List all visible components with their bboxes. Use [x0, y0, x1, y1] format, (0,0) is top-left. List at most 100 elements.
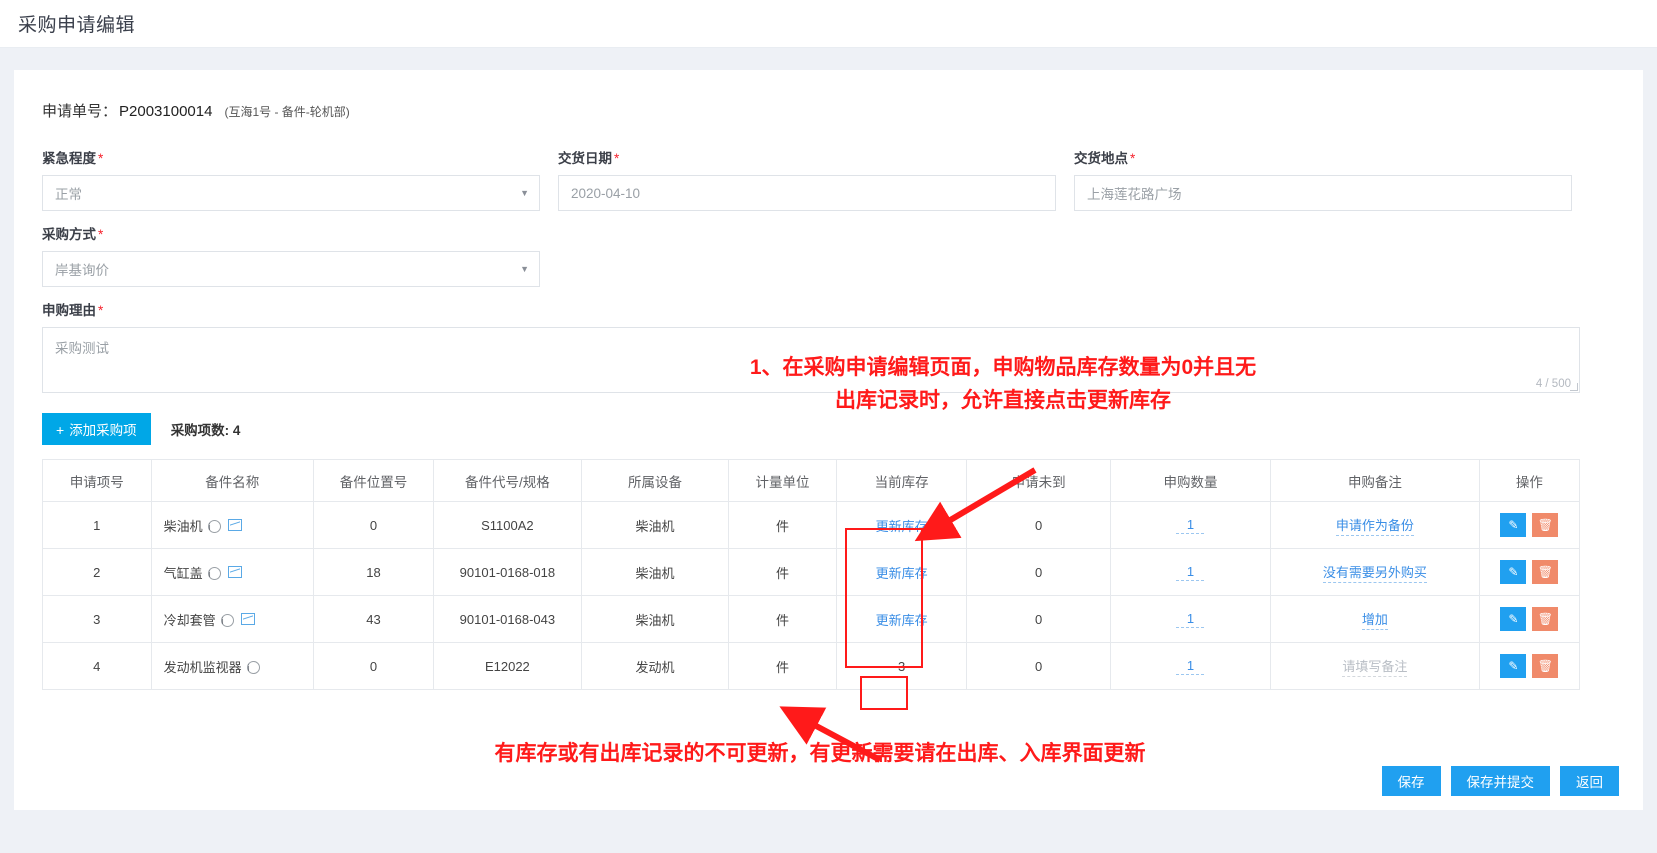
header-gap	[0, 48, 1657, 70]
info-icon[interactable]: i	[246, 660, 260, 674]
reason-value: 采购测试	[55, 341, 109, 356]
quantity-editable[interactable]: 1	[1176, 658, 1205, 675]
save-button[interactable]: 保存	[1381, 766, 1441, 796]
cell-action: ✎ 🗑	[1478, 548, 1581, 596]
page-header: 采购申请编辑	[0, 0, 1657, 48]
delivery-place-input[interactable]: 上海莲花路广场	[1074, 175, 1572, 211]
purchase-items-table: 申请项号 备件名称 备件位置号 备件代号/规格 所属设备 计量单位 当前库存 申…	[42, 459, 1581, 690]
cell-equipment: 发动机	[580, 642, 730, 690]
trash-icon[interactable]: 🗑	[1532, 607, 1559, 631]
field-urgency: 紧急程度 * 正常 ▼	[42, 147, 540, 211]
column-header-remark: 申购备注	[1270, 459, 1480, 502]
trash-icon[interactable]: 🗑	[1532, 513, 1559, 537]
cell-unit: 件	[728, 548, 837, 596]
form-row-2: 采购方式 * 岸基询价 ▼	[42, 223, 1615, 287]
remark-editable[interactable]: 请填写备注	[1342, 656, 1408, 677]
cell-index: 1	[42, 501, 152, 549]
column-header-qty: 申购数量	[1109, 459, 1272, 502]
quantity-editable[interactable]: 1	[1176, 564, 1205, 581]
remark-editable[interactable]: 没有需要另外购买	[1322, 562, 1427, 583]
column-header-name: 备件名称	[150, 459, 314, 502]
quantity-editable[interactable]: 1	[1176, 611, 1205, 628]
reason-textarea[interactable]: 采购测试 4 / 500	[42, 327, 1580, 393]
column-header-position: 备件位置号	[312, 459, 435, 502]
cell-remark: 没有需要另外购买	[1270, 548, 1480, 596]
quantity-editable[interactable]: 1	[1176, 517, 1205, 534]
image-icon[interactable]	[240, 612, 255, 625]
column-header-equipment: 所属设备	[580, 459, 730, 502]
cell-current-stock: 更新库存	[835, 595, 968, 643]
cell-position: 18	[312, 548, 435, 596]
cell-code: 90101-0168-018	[433, 548, 582, 596]
pencil-icon[interactable]: ✎	[1500, 560, 1527, 584]
pencil-icon[interactable]: ✎	[1500, 654, 1527, 678]
cell-not-arrived: 0	[966, 548, 1111, 596]
update-stock-link[interactable]: 更新库存	[876, 519, 928, 534]
cell-current-stock: 3	[835, 642, 968, 690]
purchase-method-label: 采购方式 *	[42, 227, 104, 242]
chevron-down-icon: ▼	[520, 188, 529, 198]
trash-icon[interactable]: 🗑	[1532, 560, 1559, 584]
cell-current-stock: 更新库存	[835, 501, 968, 549]
image-icon[interactable]	[227, 565, 242, 578]
cell-code: E12022	[433, 642, 582, 690]
image-icon[interactable]	[227, 518, 242, 531]
save-submit-button[interactable]: 保存并提交	[1450, 766, 1550, 796]
back-button[interactable]: 返回	[1560, 766, 1619, 796]
purchase-method-value: 岸基询价	[55, 263, 109, 278]
pencil-icon[interactable]: ✎	[1500, 607, 1527, 631]
purchase-method-select[interactable]: 岸基询价 ▼	[42, 251, 540, 287]
update-stock-link[interactable]: 更新库存	[876, 613, 928, 628]
cell-unit: 件	[728, 595, 837, 643]
cell-quantity: 1	[1109, 595, 1272, 643]
cell-quantity: 1	[1109, 548, 1272, 596]
required-marker: *	[98, 303, 104, 318]
urgency-select[interactable]: 正常 ▼	[42, 175, 540, 211]
application-subtitle: (互海1号 - 备件-轮机部)	[224, 105, 350, 119]
update-stock-link[interactable]: 更新库存	[876, 566, 928, 581]
table-row: 1 柴油机 i 0 S1100A2 柴油机件更新库存 0 1 申请作为备份 ✎ 🗑	[42, 501, 1581, 549]
cell-position: 43	[312, 595, 435, 643]
cell-remark: 申请作为备份	[1270, 501, 1480, 549]
row-actions: ✎ 🗑	[1481, 654, 1578, 678]
add-purchase-item-button[interactable]: + 添加采购项	[42, 413, 151, 445]
cell-action: ✎ 🗑	[1478, 642, 1581, 690]
remark-editable[interactable]: 申请作为备份	[1335, 515, 1414, 536]
delivery-date-input[interactable]: 2020-04-10	[558, 175, 1056, 211]
pencil-icon[interactable]: ✎	[1500, 513, 1527, 537]
table-row: 3 冷却套管 i 43 90101-0168-043 柴油机件 更新库存 0 1 增加 ✎ 🗑	[42, 595, 1581, 643]
application-number-label: 申请单号：	[42, 103, 118, 120]
cell-current-stock: 更新库存	[835, 548, 968, 596]
cell-equipment: 柴油机	[580, 595, 730, 643]
required-marker: *	[614, 151, 620, 166]
cell-remark: 请填写备注	[1270, 642, 1480, 690]
info-icon[interactable]: i	[207, 566, 221, 580]
column-header-code: 备件代号/规格	[433, 459, 582, 502]
column-header-stock: 当前库存	[835, 459, 968, 502]
cell-not-arrived: 0	[966, 642, 1111, 690]
cell-not-arrived: 0	[966, 501, 1111, 549]
delivery-place-value: 上海莲花路广场	[1087, 187, 1182, 202]
part-name-text: 气缸盖	[163, 565, 203, 581]
cell-part-name: 柴油机 i	[150, 501, 314, 549]
cell-index: 3	[42, 595, 152, 643]
table-row: 4 发动机监视器 i 0 E12022 发动机件 3 0 1 请填写备注 ✎ 🗑	[42, 642, 1581, 690]
trash-icon[interactable]: 🗑	[1532, 654, 1559, 678]
remark-editable[interactable]: 增加	[1361, 609, 1388, 630]
plus-icon: +	[56, 422, 65, 438]
part-name-text: 柴油机	[163, 518, 203, 534]
info-icon[interactable]: i	[220, 613, 234, 627]
chevron-down-icon: ▼	[520, 264, 529, 274]
resize-handle-icon[interactable]	[1570, 383, 1578, 391]
application-number-value: P2003100014	[119, 103, 213, 120]
field-delivery-place: 交货地点 * 上海莲花路广场	[1074, 147, 1572, 211]
cell-part-name: 发动机监视器 i	[150, 642, 314, 690]
info-icon[interactable]: i	[207, 519, 221, 533]
required-marker: *	[98, 151, 104, 166]
footer-actions: 保存 保存并提交 返回	[1381, 766, 1619, 796]
table-header-row: 申请项号 备件名称 备件位置号 备件代号/规格 所属设备 计量单位 当前库存 申…	[42, 459, 1581, 502]
delivery-date-value: 2020-04-10	[571, 185, 641, 201]
cell-quantity: 1	[1109, 642, 1272, 690]
row-actions: ✎ 🗑	[1481, 513, 1578, 537]
cell-position: 0	[312, 642, 435, 690]
